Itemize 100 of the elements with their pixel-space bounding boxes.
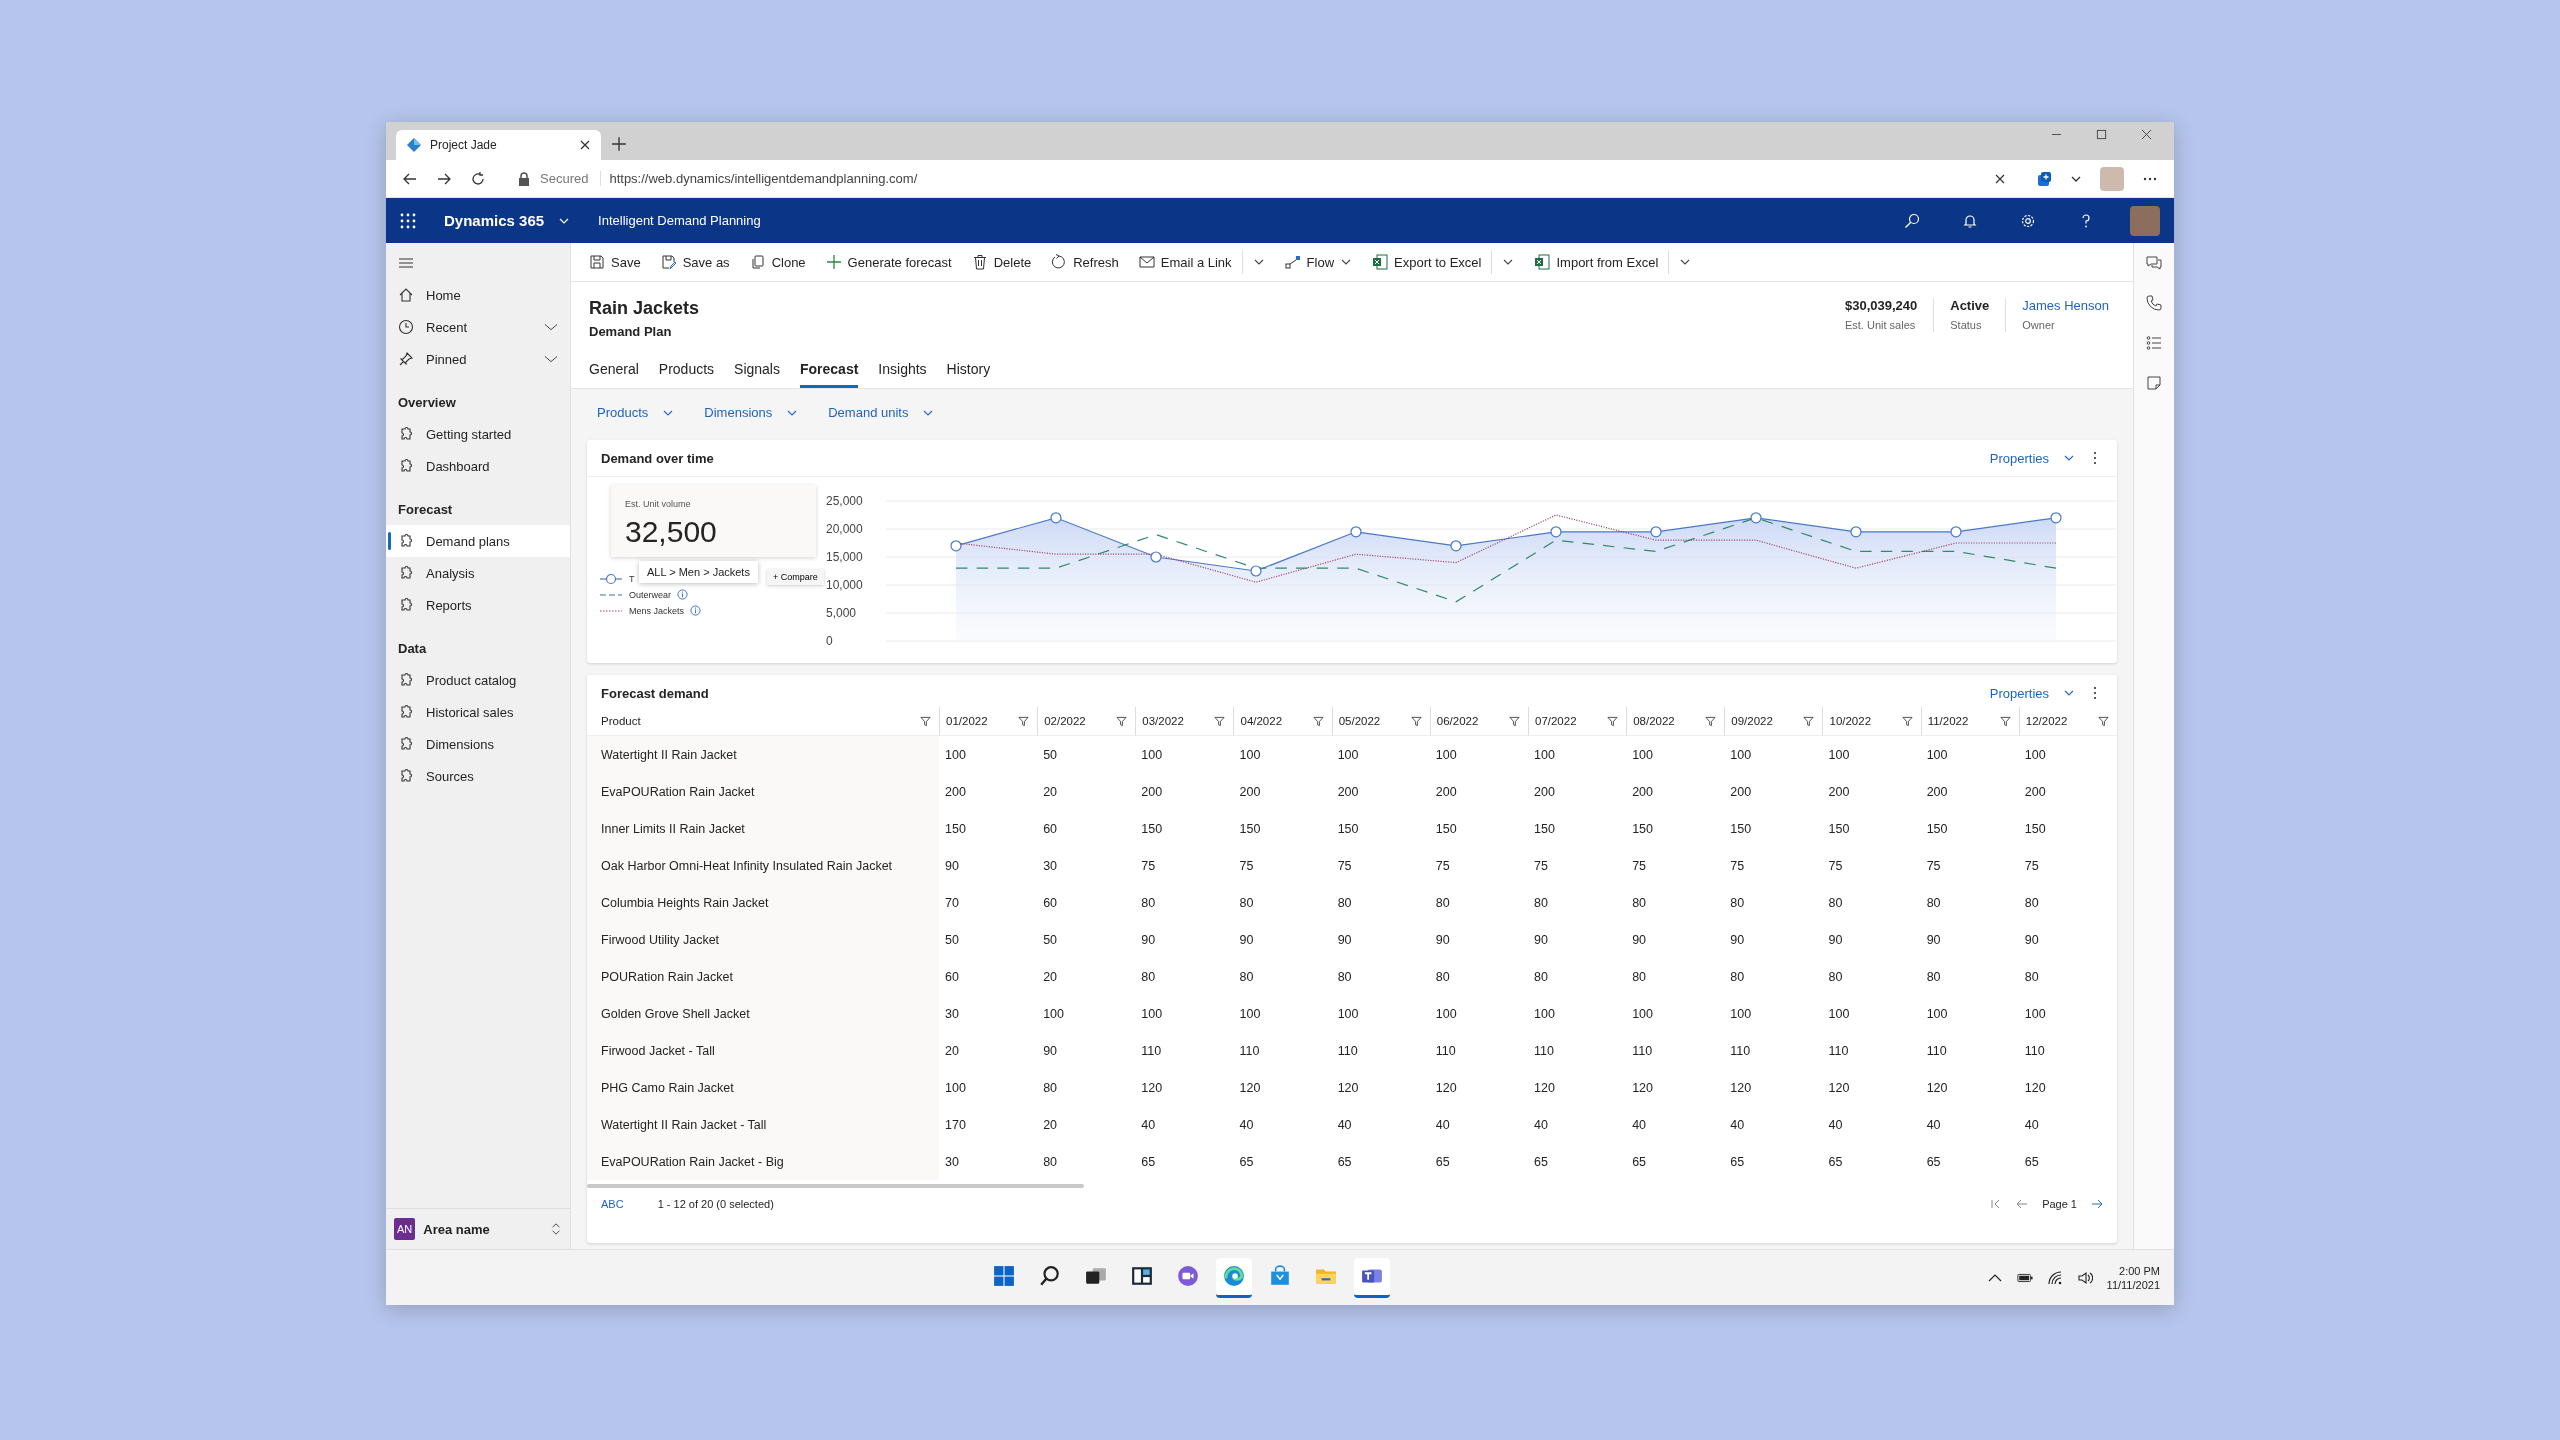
table-cell-text: 200	[1827, 783, 1851, 801]
table-cell-text: 75	[1925, 857, 1942, 875]
filter-icon[interactable]	[1214, 715, 1226, 727]
chevron-down-icon[interactable]	[544, 322, 558, 332]
clear-icon[interactable]	[1994, 172, 2006, 185]
phone-icon[interactable]	[2146, 295, 2162, 311]
column-header[interactable]: 05/2022	[1331, 707, 1430, 736]
sidebar-item[interactable]: Getting started	[386, 418, 570, 450]
avatar-icon[interactable]	[2130, 205, 2160, 236]
filter-icon[interactable]	[1116, 715, 1128, 727]
search-icon[interactable]	[1904, 212, 1920, 229]
tab[interactable]: Signals	[734, 361, 780, 388]
sidebar-item[interactable]: Historical sales	[386, 696, 570, 728]
toolbar-button[interactable]: Save	[579, 246, 651, 278]
table-cell-text: 80	[1925, 968, 1942, 986]
checklist-icon[interactable]	[2146, 335, 2162, 351]
properties-dropdown[interactable]: Properties	[1989, 450, 2075, 466]
previous-page-icon[interactable]	[2016, 1198, 2029, 1210]
column-header[interactable]: 08/2022	[1626, 707, 1725, 736]
sidebar-item[interactable]: Dimensions	[386, 728, 570, 760]
table-cell-text: 65	[1729, 1153, 1746, 1171]
refresh-icon[interactable]	[470, 170, 486, 187]
speaker-icon[interactable]	[2076, 1269, 2093, 1286]
filter-icon[interactable]	[920, 715, 931, 727]
chevron-down-icon[interactable]	[544, 354, 558, 364]
toolbar-button[interactable]: Flow	[1274, 246, 1363, 278]
filter-icon[interactable]	[2098, 715, 2109, 727]
properties-dropdown[interactable]: Properties	[1989, 685, 2075, 701]
clock[interactable]: 2:00 PM 11/11/2021	[2106, 1264, 2160, 1291]
note-icon[interactable]	[2146, 375, 2162, 391]
filter-dropdown[interactable]: Demand units	[828, 405, 935, 420]
sidebar-item[interactable]: Analysis	[386, 557, 570, 589]
sidebar-item[interactable]: Demand plans	[386, 525, 570, 557]
filter-icon[interactable]	[1312, 715, 1324, 727]
app-launcher-icon[interactable]	[400, 212, 416, 229]
column-header[interactable]: 07/2022	[1528, 707, 1627, 736]
column-header[interactable]: 02/2022	[1037, 707, 1136, 736]
extension-icon[interactable]	[2036, 170, 2052, 187]
filter-dropdown[interactable]: Products	[597, 405, 675, 420]
column-header[interactable]: 11/2022	[1920, 707, 2019, 736]
filter-icon[interactable]	[1803, 715, 1815, 727]
sidebar-item[interactable]: Reports	[386, 589, 570, 621]
toolbar-button[interactable]: Refresh	[1041, 246, 1129, 278]
scrollbar-thumb[interactable]	[587, 1184, 1084, 1188]
compare-button[interactable]: + Compare	[767, 569, 824, 585]
column-header[interactable]: 04/2022	[1233, 707, 1332, 736]
tab[interactable]: General	[589, 361, 639, 388]
maximize-icon[interactable]	[2096, 129, 2107, 140]
filter-icon[interactable]	[1018, 715, 1030, 727]
filter-dropdown[interactable]: Dimensions	[704, 405, 799, 420]
tab[interactable]: Forecast	[800, 361, 859, 388]
sidebar-item[interactable]: Recent	[386, 311, 570, 343]
toolbar-button[interactable]: Delete	[961, 246, 1042, 278]
tab[interactable]: Products	[658, 361, 715, 388]
tab[interactable]: History	[946, 361, 991, 388]
toolbar-button[interactable]: Import from Excel	[1524, 246, 1669, 278]
new-tab-icon[interactable]	[611, 136, 627, 152]
info-icon[interactable]	[677, 589, 689, 600]
close-icon[interactable]	[579, 139, 591, 151]
sidebar-item[interactable]: Home	[386, 279, 570, 311]
axis-label: 0	[826, 634, 833, 648]
table-cell-text: 65	[1336, 1153, 1353, 1171]
info-icon[interactable]	[690, 605, 702, 616]
table-cell-text: 80	[1533, 894, 1549, 912]
toolbar-button[interactable]: Save as	[650, 246, 740, 278]
toolbar-button[interactable]: Clone	[739, 246, 816, 278]
filter-icon[interactable]	[1410, 715, 1422, 727]
sidebar-item[interactable]: Dashboard	[386, 450, 570, 482]
next-page-icon[interactable]	[2091, 1198, 2103, 1210]
browser-tab[interactable]: Project Jade	[396, 130, 601, 160]
sidebar-item[interactable]: Pinned	[386, 343, 570, 375]
sidebar-item[interactable]: Sources	[386, 760, 570, 792]
toolbar-button[interactable]: Generate forecast	[815, 246, 962, 278]
column-header[interactable]: 03/2022	[1135, 707, 1234, 736]
filter-icon[interactable]	[1607, 715, 1619, 727]
column-header[interactable]: 10/2022	[1822, 707, 1921, 736]
address-field[interactable]: Secured https://web.dynamics/intelligentdemandplanning.com/	[504, 164, 2018, 193]
sidebar-item[interactable]: Product catalog	[386, 664, 570, 696]
close-icon[interactable]	[2141, 129, 2152, 140]
bell-icon[interactable]	[1962, 212, 1978, 229]
filter-icon[interactable]	[1509, 715, 1520, 727]
chat-icon[interactable]	[2146, 255, 2162, 271]
filter-icon[interactable]	[1705, 715, 1717, 727]
table-cell-text: 120	[1729, 1079, 1753, 1097]
column-header[interactable]: 12/2022	[2018, 707, 2117, 736]
column-header[interactable]: 01/2022	[939, 707, 1038, 736]
view-switch-link[interactable]: ABC	[601, 1198, 624, 1210]
toolbar-button[interactable]: Export to Excel	[1362, 246, 1492, 278]
column-header[interactable]: 09/2022	[1724, 707, 1823, 736]
tab[interactable]: Insights	[878, 361, 927, 388]
owner-link[interactable]: James Henson	[2022, 298, 2109, 313]
column-header[interactable]: 06/2022	[1429, 707, 1528, 736]
settings-icon[interactable]	[2020, 212, 2036, 229]
menu-icon[interactable]	[398, 255, 414, 271]
wifi-icon[interactable]	[2046, 1269, 2063, 1286]
filter-icon[interactable]	[1901, 715, 1913, 727]
filter-icon[interactable]	[1999, 715, 2011, 727]
product-name[interactable]: Dynamics 365	[444, 212, 545, 229]
toolbar-button[interactable]: Email a Link	[1128, 246, 1242, 278]
taskbar-button[interactable]	[1354, 1257, 1391, 1298]
